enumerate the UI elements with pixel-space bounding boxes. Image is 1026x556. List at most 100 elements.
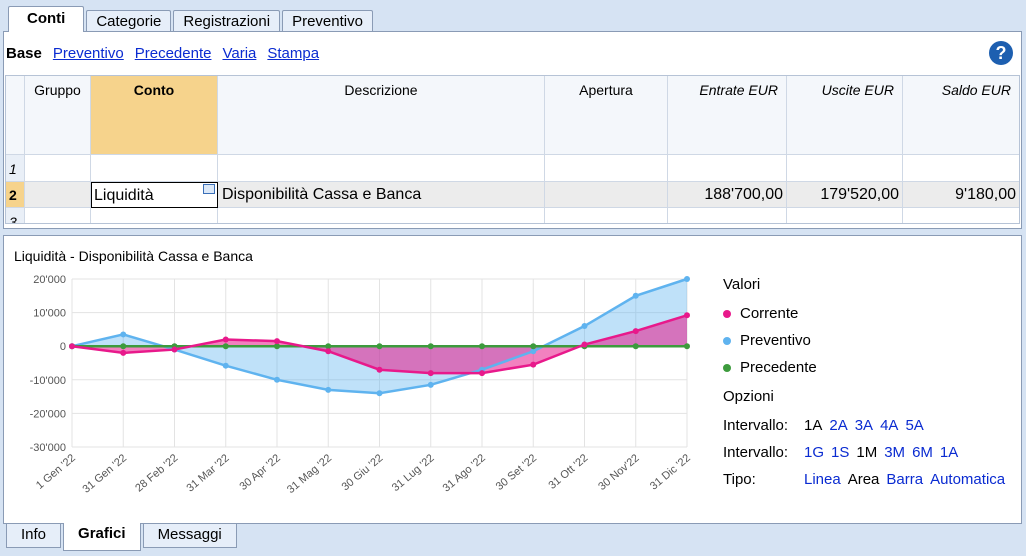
col-gruppo-header[interactable]: Gruppo (25, 76, 91, 155)
type-option-area[interactable]: Area (848, 471, 880, 488)
x-tick-label: 30 Giu '22 (340, 452, 386, 493)
cell-descrizione[interactable]: Disponibilità Cassa e Banca (218, 182, 545, 208)
cell-conto[interactable] (91, 155, 218, 182)
cell-conto-value: Liquidità (94, 187, 154, 204)
interval-option[interactable]: 6M (912, 444, 933, 461)
preventivo-line-point (427, 381, 434, 388)
tab-messaggi[interactable]: Messaggi (142, 524, 237, 548)
tab-conti[interactable]: Conti (8, 6, 85, 32)
row-number[interactable]: 3 (6, 208, 25, 223)
x-tick-label: 1 Gen '22 (34, 452, 78, 492)
x-tick-label: 31 Gen '22 (80, 452, 129, 496)
precedente-dot-icon (723, 363, 731, 372)
cell-descrizione[interactable] (218, 208, 545, 223)
cell-entrate[interactable] (668, 208, 787, 223)
y-tick-label: 0 (60, 341, 66, 353)
preventivo-line-point (274, 376, 280, 383)
row-number[interactable]: 1 (6, 155, 25, 182)
y-tick-label: 20'000 (33, 274, 66, 286)
cell-apertura[interactable] (545, 182, 668, 208)
tab-categorie[interactable]: Categorie (86, 10, 172, 32)
y-tick-label: -20'000 (30, 408, 66, 420)
cell-conto[interactable] (91, 208, 218, 223)
corrente-line-point (632, 328, 639, 335)
legend-item-corrente[interactable]: Corrente (723, 305, 1012, 322)
tab-info[interactable]: Info (6, 524, 62, 548)
tab-grafici[interactable]: Grafici (63, 523, 141, 551)
cell-saldo[interactable]: 9'180,00 (903, 182, 1019, 208)
preventivo-line-point (222, 362, 229, 369)
interval-option[interactable]: 1A (804, 417, 822, 434)
legend-label: Precedente (740, 359, 817, 376)
cell-apertura[interactable] (545, 155, 668, 182)
help-icon[interactable]: ? (989, 41, 1013, 65)
preventivo-line-point (325, 386, 332, 393)
col-uscite-header[interactable]: Uscite EUR (787, 76, 903, 155)
legend-item-precedente[interactable]: Precedente (723, 359, 1012, 376)
chart-legend: Valori Corrente Preventivo Precedente Op… (723, 276, 1012, 498)
interval-option[interactable]: 4A (880, 417, 898, 434)
interval-option[interactable]: 3M (884, 444, 905, 461)
interval-option[interactable]: 3A (855, 417, 873, 434)
view-precedente-link[interactable]: Precedente (135, 45, 212, 62)
interval-option[interactable]: 1A (940, 444, 958, 461)
cell-conto-active[interactable]: Liquidità (91, 182, 218, 208)
accounts-table: Gruppo Conto Descrizione Apertura Entrat… (5, 75, 1020, 224)
interval-label: Intervallo: (723, 444, 789, 461)
corrente-line-point (274, 338, 280, 345)
table-row[interactable]: 1 (6, 155, 1019, 182)
tab-registrazioni[interactable]: Registrazioni (173, 10, 281, 32)
view-varia-link[interactable]: Varia (222, 45, 256, 62)
view-base[interactable]: Base (6, 45, 42, 62)
chart-panel: Liquidità - Disponibilità Cassa e Banca … (3, 235, 1022, 524)
table-row-selected[interactable]: 2 Liquidità Disponibilità Cassa e Banca … (6, 182, 1019, 208)
corrente-line-point (581, 341, 588, 348)
interval-years-options: Intervallo: 1A 2A 3A 4A 5A (723, 417, 1012, 434)
interval-option[interactable]: 2A (829, 417, 847, 434)
cell-uscite[interactable] (787, 208, 903, 223)
cell-uscite[interactable] (787, 155, 903, 182)
col-entrate-header[interactable]: Entrate EUR (668, 76, 787, 155)
y-tick-label: 10'000 (33, 308, 66, 320)
cell-edit-icon[interactable] (203, 184, 215, 194)
col-saldo-header[interactable]: Saldo EUR (903, 76, 1019, 155)
cell-descrizione[interactable] (218, 155, 545, 182)
accounts-panel: Base Preventivo Precedente Varia Stampa … (3, 31, 1022, 229)
cell-gruppo[interactable] (25, 182, 91, 208)
view-stampa-link[interactable]: Stampa (267, 45, 319, 62)
interval-option[interactable]: 1S (831, 444, 849, 461)
interval-option[interactable]: 5A (905, 417, 923, 434)
corrente-line-point (479, 370, 485, 377)
x-tick-label: 31 Mar '22 (184, 452, 231, 494)
cell-entrate[interactable]: 188'700,00 (668, 182, 787, 208)
cell-saldo[interactable] (903, 155, 1019, 182)
legend-item-preventivo[interactable]: Preventivo (723, 332, 1012, 349)
corrente-line-point (222, 336, 229, 343)
table-header-row: Gruppo Conto Descrizione Apertura Entrat… (6, 76, 1019, 155)
view-preventivo-link[interactable]: Preventivo (53, 45, 124, 62)
interval-option[interactable]: 1G (804, 444, 824, 461)
cell-gruppo[interactable] (25, 155, 91, 182)
cell-saldo[interactable] (903, 208, 1019, 223)
cell-gruppo[interactable] (25, 208, 91, 223)
row-number[interactable]: 2 (6, 182, 25, 208)
cell-apertura[interactable] (545, 208, 668, 223)
bottom-tabbar: Info Grafici Messaggi (6, 523, 239, 551)
precedente-line-point (120, 343, 127, 350)
x-tick-label: 30 Set '22 (494, 452, 539, 493)
col-descrizione-header[interactable]: Descrizione (218, 76, 545, 155)
type-option-automatica[interactable]: Automatica (930, 471, 1005, 488)
tab-preventivo[interactable]: Preventivo (282, 10, 373, 32)
col-conto-header[interactable]: Conto (91, 76, 218, 155)
col-apertura-header[interactable]: Apertura (545, 76, 668, 155)
y-tick-label: -30'000 (30, 442, 66, 454)
type-option-barra[interactable]: Barra (886, 471, 923, 488)
x-tick-label: 31 Lug '22 (390, 452, 437, 494)
type-option-linea[interactable]: Linea (804, 471, 841, 488)
corrente-line-point (376, 366, 383, 373)
top-tabbar: Conti Categorie Registrazioni Preventivo (8, 6, 375, 32)
cell-uscite[interactable]: 179'520,00 (787, 182, 903, 208)
cell-entrate[interactable] (668, 155, 787, 182)
table-row[interactable]: 3 (6, 208, 1019, 223)
interval-option[interactable]: 1M (856, 444, 877, 461)
